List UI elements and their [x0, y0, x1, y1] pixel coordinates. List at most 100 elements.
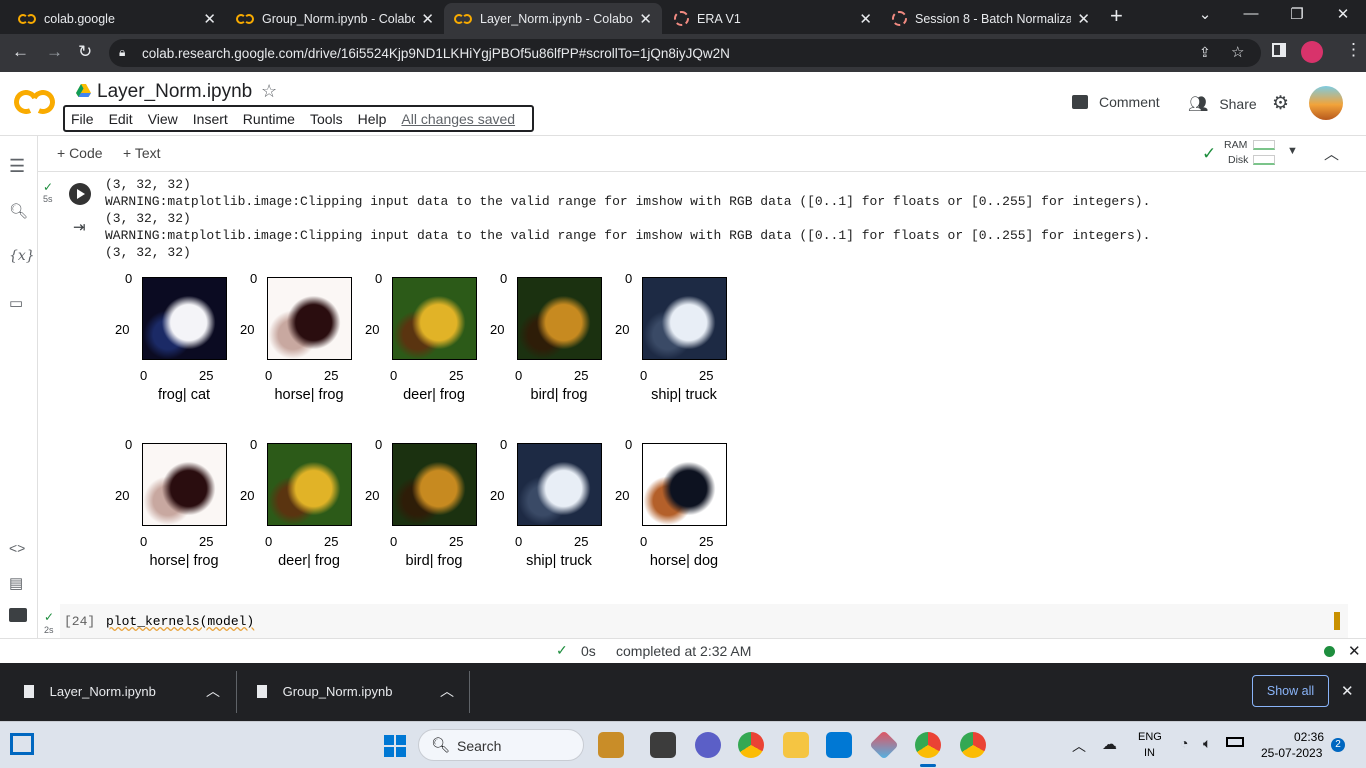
widgets-icon[interactable] [10, 733, 34, 755]
x-tick-label: 25 [199, 534, 214, 549]
resources-dropdown-icon[interactable]: ▼ [1287, 145, 1298, 157]
image-thumbnail [517, 443, 602, 526]
file-explorer-icon[interactable] [783, 732, 809, 758]
region-label[interactable]: IN [1144, 747, 1155, 759]
table-of-contents-icon[interactable]: ☰ [9, 156, 25, 177]
volume-icon[interactable]: 🔈︎ [1203, 735, 1211, 752]
star-icon[interactable]: ☆ [261, 81, 277, 102]
clock-date[interactable]: 25-07-2023 [1261, 746, 1322, 760]
cell-code[interactable]: plot_kernels(model) [106, 614, 254, 629]
tab-search-icon[interactable]: ⌄ [1182, 5, 1228, 23]
x-tick-label: 25 [699, 534, 714, 549]
back-icon[interactable]: ← [12, 42, 29, 62]
new-tab-button[interactable]: + [1110, 3, 1123, 29]
share-page-icon[interactable]: ⇪ [1199, 44, 1211, 61]
add-code-button[interactable]: + Code [57, 145, 103, 161]
menu-tools[interactable]: Tools [310, 111, 343, 127]
download-filename: Layer_Norm.ipynb [49, 684, 156, 699]
vscode-icon[interactable] [826, 732, 852, 758]
briefcase-icon[interactable] [598, 732, 624, 758]
close-icon[interactable]: ✕ [1077, 10, 1090, 28]
comment-label: Comment [1099, 94, 1160, 110]
omnibox[interactable]: 🔒︎ colab.research.google.com/drive/16i55… [109, 39, 1261, 67]
notebook-title[interactable]: Layer_Norm.ipynb [97, 81, 252, 103]
y-tick-label: 20 [490, 488, 505, 503]
close-icon[interactable]: ✕ [203, 10, 216, 28]
tab-session-8[interactable]: Session 8 - Batch Normalizati ✕ [882, 3, 1100, 34]
taskbar-search[interactable]: 🔍︎ Search [418, 729, 584, 761]
close-status-icon[interactable]: ✕ [1348, 642, 1361, 660]
app-icon[interactable] [869, 730, 899, 760]
start-windows-icon[interactable] [384, 735, 406, 757]
command-palette-icon[interactable]: ▤ [9, 574, 23, 592]
teams-chat-icon[interactable] [695, 732, 721, 758]
share-button[interactable]: 👥︎ Share [1188, 94, 1257, 114]
task-view-icon[interactable] [650, 732, 676, 758]
menu-edit[interactable]: Edit [109, 111, 133, 127]
y-tick-label: 20 [240, 488, 255, 503]
tab-group-norm[interactable]: Group_Norm.ipynb - Colabor ✕ [226, 3, 444, 34]
notification-badge[interactable]: 2 [1331, 738, 1345, 752]
ram-meter[interactable] [1253, 140, 1275, 150]
profile-avatar[interactable] [1301, 41, 1323, 63]
settings-gear-icon[interactable]: ⚙ [1272, 92, 1289, 115]
chevron-up-icon[interactable]: ︿ [1072, 736, 1086, 756]
save-status[interactable]: All changes saved [401, 111, 515, 127]
close-downloads-icon[interactable]: ✕ [1341, 682, 1354, 700]
show-all-button[interactable]: Show all [1252, 675, 1329, 707]
chevron-up-icon[interactable]: ︿ [206, 681, 220, 701]
tab-era-v1[interactable]: ERA V1 ✕ [664, 3, 882, 34]
code-snippets-icon[interactable]: <> [9, 540, 25, 556]
chrome-icon[interactable] [738, 732, 764, 758]
download-item[interactable]: Group_Norm.ipynb [257, 684, 392, 699]
exec-success-icon: ✓ [43, 180, 54, 194]
battery-icon[interactable] [1226, 737, 1244, 747]
tab-layer-norm[interactable]: Layer_Norm.ipynb - Colabora ✕ [444, 3, 662, 34]
terminal-icon[interactable] [9, 608, 27, 622]
language-label[interactable]: ENG [1138, 731, 1162, 743]
menu-insert[interactable]: Insert [193, 111, 228, 127]
reload-icon[interactable]: ↻ [78, 42, 92, 62]
menu-view[interactable]: View [148, 111, 178, 127]
tab-colab-google[interactable]: colab.google ✕ [8, 3, 226, 34]
minimize-button[interactable]: — [1228, 5, 1274, 22]
chrome-profile-icon[interactable] [915, 732, 941, 758]
menu-kebab-icon[interactable]: ⋮ [1345, 40, 1362, 60]
network-icon[interactable]: ☁︎ [1102, 735, 1117, 753]
chevron-up-icon[interactable]: ︿ [440, 681, 454, 701]
close-icon[interactable]: ✕ [639, 10, 652, 28]
add-text-button[interactable]: + Text [123, 145, 161, 161]
run-cell-button[interactable] [69, 183, 91, 205]
close-icon[interactable]: ✕ [421, 10, 434, 28]
ram-label: RAM [1224, 139, 1248, 151]
user-avatar[interactable] [1309, 86, 1343, 120]
variables-icon[interactable]: {x} [9, 248, 35, 264]
y-tick-label: 20 [615, 488, 630, 503]
close-window-button[interactable]: ✕ [1320, 5, 1366, 23]
side-panel-icon[interactable] [1272, 43, 1286, 57]
code-cell-24[interactable]: [24] plot_kernels(model) [60, 604, 1348, 638]
menu-runtime[interactable]: Runtime [243, 111, 295, 127]
clock-time[interactable]: 02:36 [1294, 730, 1324, 744]
menu-file[interactable]: File [71, 111, 94, 127]
output-menu-icon[interactable]: ⇥ [73, 218, 86, 236]
download-item[interactable]: Layer_Norm.ipynb [24, 684, 156, 699]
files-folder-icon[interactable]: ▭ [9, 294, 23, 312]
collapse-header-icon[interactable]: ︿ [1324, 143, 1339, 164]
comment-button[interactable]: Comment [1072, 94, 1160, 110]
y-tick-label: 0 [500, 437, 508, 452]
bookmark-star-icon[interactable]: ☆ [1231, 43, 1244, 61]
url-text[interactable]: colab.research.google.com/drive/16i5524K… [142, 46, 730, 61]
chrome-profile-icon[interactable] [960, 732, 986, 758]
forward-icon[interactable]: → [46, 42, 63, 62]
image-thumbnail [142, 443, 227, 526]
wifi-icon[interactable]: ◔ [1180, 735, 1188, 751]
restore-button[interactable]: ❐ [1274, 5, 1320, 23]
status-bar: ✓ 0s completed at 2:32 AM ✕ [0, 638, 1366, 663]
menu-help[interactable]: Help [358, 111, 387, 127]
comment-icon [1072, 95, 1088, 109]
disk-meter[interactable] [1253, 155, 1275, 165]
colab-logo[interactable] [10, 86, 59, 118]
close-icon[interactable]: ✕ [859, 10, 872, 28]
search-icon[interactable]: 🔍︎ [9, 202, 28, 220]
